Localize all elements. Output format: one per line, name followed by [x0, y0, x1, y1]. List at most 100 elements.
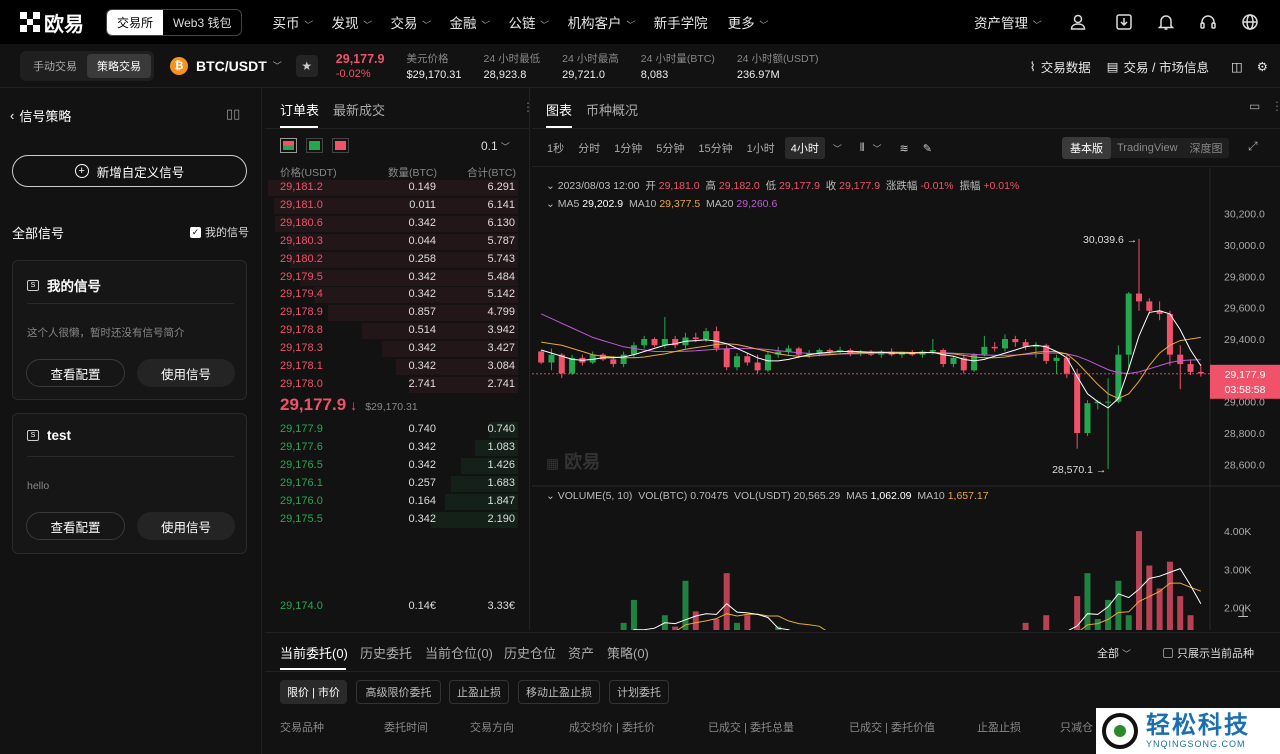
use-signal-button[interactable]: 使用信号 [137, 512, 235, 540]
ask-row[interactable]: 29,178.8 0.514 3.942 [265, 322, 530, 340]
nav-buy-crypto[interactable]: 买币 ﹀ [262, 12, 321, 32]
chevron-down-icon[interactable]: ﹀ [833, 142, 842, 155]
nav-institutional[interactable]: 机构客户 ﹀ [558, 12, 644, 32]
window-icon[interactable]: ▭ [1249, 99, 1260, 113]
book-icon[interactable]: ▯▯ [226, 106, 240, 122]
nav-academy[interactable]: 新手学院 [644, 12, 718, 32]
asset-management-menu[interactable]: 资产管理 ﹀ [974, 12, 1040, 32]
globe-icon[interactable] [1240, 12, 1260, 32]
pencil-icon[interactable]: ✎ [923, 142, 932, 155]
pair-selector[interactable]: ₿ BTC/USDT ﹀ [170, 56, 282, 75]
filter-all-select[interactable]: 全部 ﹀ [1097, 645, 1131, 661]
tab-assets[interactable]: 资产 [568, 643, 594, 662]
brand-logo[interactable]: 欧易 [20, 8, 84, 37]
price-step-select[interactable]: 0.1 ﹀ [481, 139, 510, 153]
ask-row[interactable]: 29,178.3 0.342 3.427 [265, 340, 530, 358]
tab-order-book[interactable]: 订单表 [280, 100, 319, 119]
bid-row[interactable]: 29,177.6 0.342 1.083 [265, 439, 530, 457]
type-limit-market[interactable]: 限价 | 市价 [280, 680, 347, 704]
tab-manual-trade[interactable]: 手动交易 [23, 54, 87, 78]
tab-exchange[interactable]: 交易所 [107, 9, 164, 35]
bid-row[interactable]: 29,176.5 0.342 1.426 [265, 457, 530, 475]
candle-body [651, 339, 658, 346]
stat-24h-high: 24 小时最高 29,721.0 [562, 51, 619, 81]
bid-row[interactable]: 29,176.0 0.164 1.847 [265, 493, 530, 511]
favorite-star-icon[interactable]: ★ [295, 54, 318, 77]
both-sides-view-icon[interactable] [280, 138, 297, 153]
tab-chart[interactable]: 图表 [546, 100, 572, 119]
type-tp-sl[interactable]: 止盈止损 [449, 680, 509, 704]
panel-header[interactable]: ‹ 信号策略 [10, 106, 71, 125]
candle-body [1105, 401, 1112, 403]
ask-row[interactable]: 29,180.3 0.044 5.787 [265, 233, 530, 251]
tab-open-positions[interactable]: 当前仓位(0) [425, 643, 493, 662]
tab-order-history[interactable]: 历史委托 [360, 643, 412, 662]
ask-row[interactable]: 29,181.0 0.011 6.141 [265, 197, 530, 215]
candlestick-chart[interactable]: 30,200.0 30,000.0 29,800.0 29,600.0 29,400.0… [532, 168, 1280, 630]
bid-row[interactable]: 29,174.0 0.14€ 3.33€ [265, 598, 530, 616]
ask-row[interactable]: 29,178.0 2.741 2.741 [265, 376, 530, 394]
ask-row[interactable]: 29,178.9 0.857 4.799 [265, 304, 530, 322]
download-icon[interactable] [1114, 12, 1134, 32]
nav-trade[interactable]: 交易 ﹀ [381, 12, 440, 32]
nav-discover[interactable]: 发现 ﹀ [322, 12, 381, 32]
chevron-down-icon[interactable]: ﹀ [873, 142, 882, 155]
interval-1m[interactable]: 1分钟 [614, 140, 642, 156]
fit-axis-icon[interactable]: ⊥ [1237, 604, 1249, 621]
only-current-pair-checkbox[interactable]: 只展示当前品种 [1163, 645, 1254, 661]
add-custom-signal-button[interactable]: + 新增自定义信号 [12, 155, 247, 187]
ask-total: 6.141 [487, 198, 515, 211]
ask-row[interactable]: 29,180.6 0.342 6.130 [265, 215, 530, 233]
candle-body [1002, 339, 1008, 349]
ask-row[interactable]: 29,179.4 0.342 5.142 [265, 286, 530, 304]
tab-web3-wallet[interactable]: Web3 钱包 [163, 10, 241, 35]
nav-more[interactable]: 更多 ﹀ [718, 12, 777, 32]
tab-latest-trades[interactable]: 最新成交 [333, 100, 385, 119]
bell-icon[interactable] [1156, 12, 1176, 32]
nav-chain[interactable]: 公链 ﹀ [499, 12, 558, 32]
layout-icon[interactable]: ◫ [1231, 59, 1243, 74]
interval-1h[interactable]: 1小时 [747, 140, 775, 156]
interval-15m[interactable]: 15分钟 [698, 140, 732, 156]
tab-position-history[interactable]: 历史仓位 [504, 643, 556, 662]
bid-row[interactable]: 29,175.5 0.342 2.190 [265, 511, 530, 529]
ask-row[interactable]: 29,179.5 0.342 5.484 [265, 269, 530, 287]
tab-strategies[interactable]: 策略(0) [607, 643, 649, 662]
type-advanced-limit[interactable]: 高级限价委托 [356, 680, 441, 704]
ask-total: 3.084 [487, 360, 515, 372]
tab-strategy-trade[interactable]: 策略交易 [87, 53, 151, 78]
type-trailing-stop[interactable]: 移动止盈止损 [518, 680, 600, 704]
indicator-icon[interactable]: ≋ [900, 142, 909, 155]
tab-coin-overview[interactable]: 币种概况 [586, 100, 638, 119]
view-basic[interactable]: 基本版 [1062, 137, 1111, 159]
market-info-link[interactable]: ▤ 交易 / 市场信息 [1107, 57, 1209, 76]
interval-timeshare[interactable]: 分时 [578, 140, 600, 156]
candle-type-icon[interactable]: ⫴ [860, 142, 865, 155]
headset-icon[interactable] [1198, 12, 1218, 32]
ask-row[interactable]: 29,178.1 0.342 3.084 [265, 358, 530, 376]
settings-gear-icon[interactable]: ⚙ [1257, 59, 1268, 74]
ask-amount: 0.342 [408, 360, 436, 372]
view-depth[interactable]: 深度图 [1184, 137, 1229, 159]
bids-view-icon[interactable] [306, 138, 323, 153]
nav-finance[interactable]: 金融 ﹀ [440, 12, 499, 32]
interval-4h[interactable]: 4小时 [784, 137, 825, 159]
my-signals-checkbox[interactable]: ✓ 我的信号 [190, 224, 249, 240]
ask-row[interactable]: 29,180.2 0.258 5.743 [265, 251, 530, 269]
type-trigger-order[interactable]: 计划委托 [609, 680, 669, 704]
interval-1s[interactable]: 1秒 [547, 140, 564, 156]
tab-open-orders[interactable]: 当前委托(0) [280, 643, 348, 662]
view-tradingview[interactable]: TradingView [1111, 139, 1184, 157]
use-signal-button[interactable]: 使用信号 [137, 359, 235, 387]
more-vertical-icon[interactable]: ⋮ [1271, 99, 1280, 113]
interval-5m[interactable]: 5分钟 [656, 140, 684, 156]
view-config-button[interactable]: 查看配置 [26, 512, 125, 540]
ask-row[interactable]: 29,181.2 0.149 6.291 [265, 179, 530, 197]
fullscreen-icon[interactable]: ⤢ [1248, 139, 1258, 154]
bid-row[interactable]: 29,177.9 0.740 0.740 [265, 421, 530, 439]
view-config-button[interactable]: 查看配置 [26, 359, 125, 387]
trading-data-link[interactable]: ⌇ 交易数据 [1030, 57, 1091, 76]
bid-row[interactable]: 29,176.1 0.257 1.683 [265, 475, 530, 493]
user-icon[interactable] [1068, 12, 1088, 32]
asks-view-icon[interactable] [332, 138, 349, 153]
